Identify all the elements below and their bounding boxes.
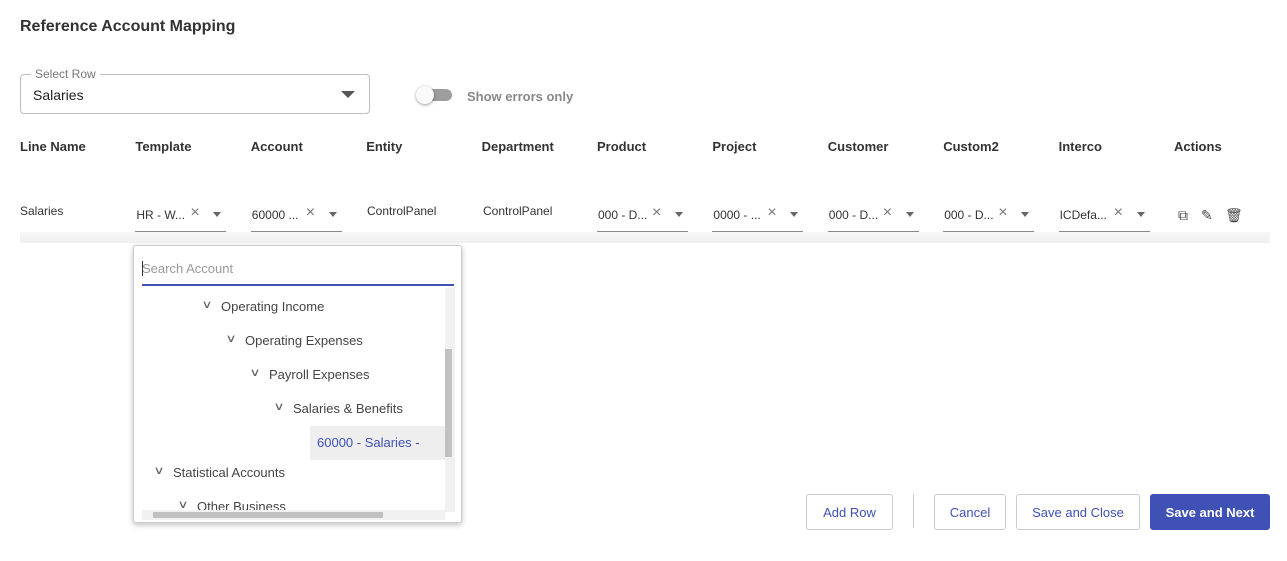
column-header: Template (135, 139, 192, 154)
template-value: HR - W... (136, 208, 186, 222)
interco-select[interactable]: ICDefa... × (1058, 203, 1150, 232)
chevron-down-icon[interactable]: ∨ (153, 464, 164, 477)
custom2-select[interactable]: 000 - D... × (943, 203, 1035, 232)
chevron-down-icon[interactable]: ∨ (201, 298, 212, 311)
show-errors-label: Show errors only (467, 89, 574, 104)
edit-icon[interactable]: ✎ (1201, 207, 1213, 224)
account-value: 60000 ... (251, 208, 299, 222)
column-header: Product (597, 139, 647, 154)
tree-item[interactable]: ∨ Operating Expenses (134, 324, 445, 358)
clear-icon[interactable]: × (652, 204, 661, 222)
delete-icon[interactable]: 🗑 (1225, 207, 1243, 224)
custom2-value: 000 - D... (944, 208, 994, 222)
clear-icon[interactable]: × (190, 204, 199, 222)
column-header: Account (250, 139, 303, 154)
tree-item-label: 60000 - Salaries - (317, 435, 420, 450)
tree-item[interactable]: ∨ Salaries & Benefits (134, 392, 445, 426)
column-header: Interco (1058, 139, 1102, 154)
chevron-down-icon[interactable]: ∨ (249, 366, 260, 379)
caret-down-icon[interactable] (328, 212, 337, 217)
caret-down-icon (341, 91, 355, 98)
column-header: Entity (366, 139, 403, 154)
caret-down-icon[interactable] (213, 212, 222, 217)
tree-item[interactable]: ∨ Other Business (134, 490, 445, 510)
line-name-cell: Salaries (20, 204, 64, 218)
column-header: Line Name (20, 139, 86, 154)
caret-down-icon[interactable] (905, 212, 914, 217)
project-value: 0000 - ... (713, 208, 761, 222)
project-select[interactable]: 0000 - ... × (712, 203, 804, 232)
show-errors-toggle[interactable] (416, 86, 452, 104)
caret-down-icon[interactable] (675, 212, 683, 217)
chevron-down-icon[interactable]: ∨ (225, 332, 236, 345)
select-row-dropdown[interactable]: Select Row Salaries (20, 67, 370, 114)
tree-item[interactable]: 60000 - Salaries - (310, 426, 445, 460)
clear-icon[interactable]: × (998, 204, 1007, 222)
copy-icon[interactable]: ⧉ (1178, 207, 1188, 224)
toggle-knob (416, 86, 434, 104)
template-select[interactable]: HR - W... × (135, 203, 227, 232)
product-select[interactable]: 000 - D... × (597, 203, 688, 232)
customer-select[interactable]: 000 - D... × (827, 203, 919, 232)
entity-cell: ControlPanel (367, 204, 437, 218)
customer-value: 000 - D... (828, 208, 879, 222)
save-and-next-button[interactable]: Save and Next (1150, 494, 1270, 530)
interco-value: ICDefa... (1059, 208, 1107, 222)
caret-down-icon[interactable] (1021, 212, 1030, 217)
product-value: 000 - D... (598, 208, 648, 222)
clear-icon[interactable]: × (1114, 204, 1123, 222)
clear-icon[interactable]: × (306, 204, 315, 222)
tree-item-label: Salaries & Benefits (293, 401, 403, 416)
select-row-value: Salaries (33, 87, 84, 103)
tree-item[interactable]: ∨ Operating Income (134, 290, 445, 324)
caret-down-icon[interactable] (1136, 212, 1145, 217)
tree-item[interactable]: ∨ Payroll Expenses (134, 358, 445, 392)
tree-item-label: Other Business (197, 499, 286, 510)
tree-item-label: Operating Income (221, 299, 325, 314)
chevron-down-icon[interactable]: ∨ (177, 498, 188, 510)
column-header: Project (712, 139, 757, 154)
vertical-scroll-thumb[interactable] (445, 349, 452, 457)
column-header: Actions (1174, 139, 1222, 154)
divider (913, 494, 914, 528)
caret-down-icon[interactable] (790, 212, 799, 217)
chevron-down-icon[interactable]: ∨ (273, 400, 284, 413)
tree-item-label: Payroll Expenses (269, 367, 370, 382)
column-header: Department (481, 139, 554, 154)
tree-item-label: Operating Expenses (245, 333, 363, 348)
account-select[interactable]: 60000 ... × (250, 203, 342, 232)
cancel-button[interactable]: Cancel (934, 494, 1006, 530)
row-separator (20, 232, 1270, 243)
page-title: Reference Account Mapping (20, 18, 236, 35)
department-cell: ControlPanel (483, 204, 553, 218)
search-account-input[interactable]: Search Account (142, 256, 454, 286)
clear-icon[interactable]: × (767, 204, 776, 222)
clear-icon[interactable]: × (883, 204, 892, 222)
select-row-label: Select Row (31, 67, 100, 81)
tree-item[interactable]: ∨ Statistical Accounts (134, 456, 445, 490)
column-header: Custom2 (943, 139, 999, 154)
add-row-button[interactable]: Add Row (806, 494, 893, 530)
save-and-close-button[interactable]: Save and Close (1016, 494, 1140, 530)
horizontal-scroll-thumb[interactable] (153, 512, 383, 518)
column-header: Customer (827, 139, 889, 154)
account-dropdown-panel: Search Account ∨ Operating Income ∨ Operati… (133, 245, 462, 523)
tree-item-label: Statistical Accounts (173, 465, 285, 480)
